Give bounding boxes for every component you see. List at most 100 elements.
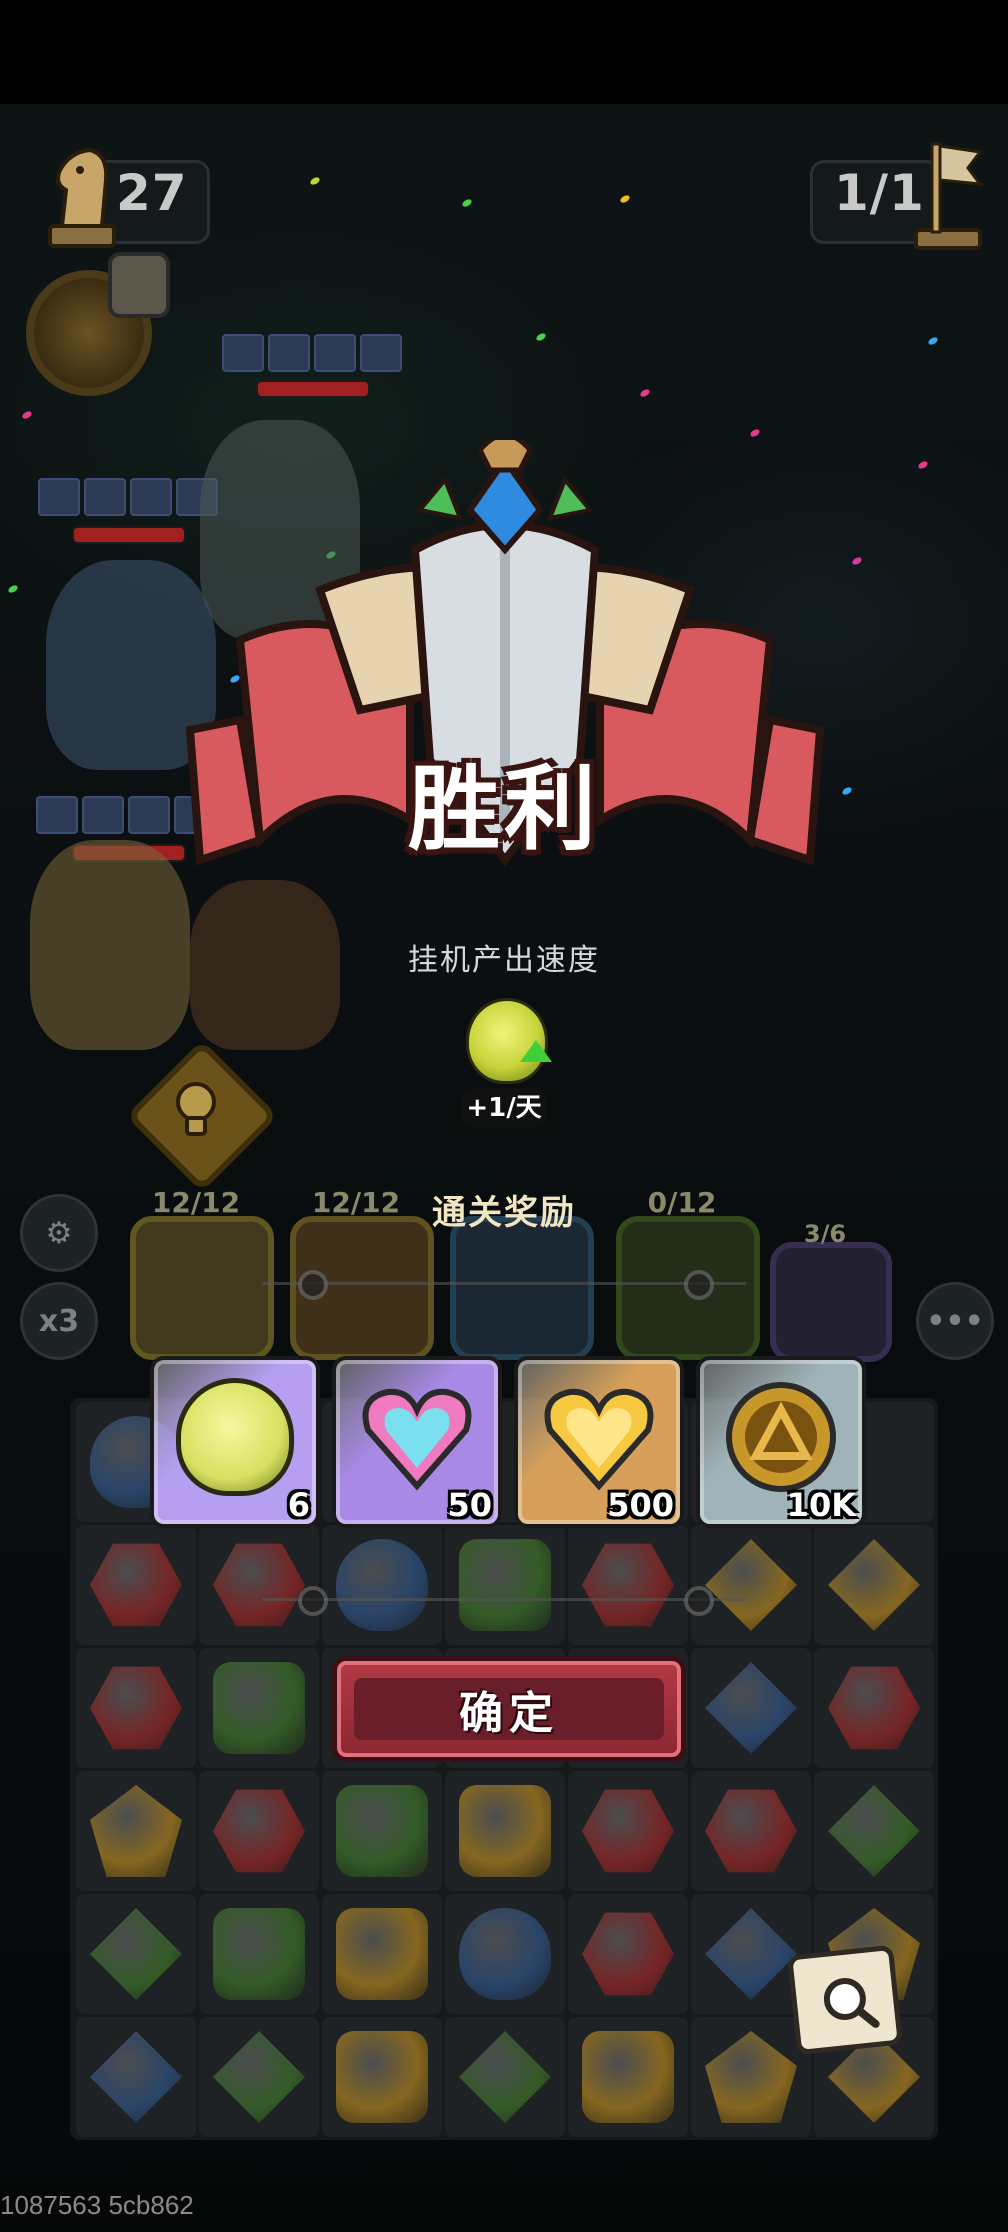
up-arrow-icon (520, 1040, 552, 1062)
small-portrait (108, 252, 170, 318)
blue-gem (705, 1662, 797, 1754)
green-gem (828, 1785, 920, 1877)
red-gem (213, 1789, 305, 1873)
magnifier-button[interactable] (787, 1944, 903, 2056)
blue-gem (90, 2031, 182, 2123)
green-gem (336, 1785, 428, 1877)
speed-label: x3 (38, 1303, 80, 1339)
yellow-gem (459, 1785, 551, 1877)
divider-knob (684, 1270, 714, 1300)
board-cell[interactable] (445, 1894, 565, 2014)
red-gem (90, 1666, 182, 1750)
board-cell[interactable] (445, 2017, 565, 2137)
reward-count: 50 (447, 1486, 492, 1524)
moves-count: 27 (116, 164, 188, 222)
board-cell[interactable] (76, 1525, 196, 1645)
board-cell[interactable] (199, 1771, 319, 1891)
board-cell[interactable] (691, 1648, 811, 1768)
red-gem (213, 1543, 305, 1627)
red-gem (828, 1666, 920, 1750)
rewards-divider (262, 1282, 746, 1285)
hero-card[interactable] (770, 1242, 892, 1362)
reward-rainbow-heart[interactable]: 50 (332, 1356, 502, 1528)
red-gem (582, 1543, 674, 1627)
board-cell[interactable] (568, 1894, 688, 2014)
spiral-essence-icon (176, 1378, 294, 1496)
yellow-gem (336, 1908, 428, 2000)
board-cell[interactable] (322, 1525, 442, 1645)
yellow-gem (705, 1539, 797, 1631)
green-gem (213, 1908, 305, 2000)
board-cell[interactable] (76, 1648, 196, 1768)
board-cell[interactable] (76, 1894, 196, 2014)
red-gem (582, 1912, 674, 1996)
reward-count: 10K (786, 1486, 856, 1524)
red-gem (705, 1789, 797, 1873)
hero-card[interactable] (450, 1216, 594, 1360)
blue-gem (336, 1539, 428, 1631)
green-gem (213, 1662, 305, 1754)
board-cell[interactable] (199, 1648, 319, 1768)
idle-output-bonus: +1/天 (462, 1088, 546, 1128)
yellow-gem (90, 1785, 182, 1877)
magnifier-icon (823, 1978, 880, 2028)
enemy-hp-bar (256, 380, 370, 398)
chess-knight-icon (48, 147, 116, 248)
board-cell[interactable] (691, 2017, 811, 2137)
wave-count: 1/1 (834, 164, 925, 222)
more-button[interactable]: ••• (916, 1282, 994, 1360)
green-gem (90, 1908, 182, 2000)
board-cell[interactable] (199, 1894, 319, 2014)
board-cell[interactable] (814, 1648, 934, 1768)
more-icon: ••• (926, 1303, 984, 1339)
board-cell[interactable] (322, 2017, 442, 2137)
board-cell[interactable] (691, 1525, 811, 1645)
green-gem (213, 2031, 305, 2123)
divider-knob (298, 1586, 328, 1616)
red-gem (90, 1543, 182, 1627)
board-cell[interactable] (814, 1525, 934, 1645)
lightbulb-icon (176, 1082, 216, 1136)
board-cell[interactable] (76, 2017, 196, 2137)
yellow-gem (705, 2031, 797, 2123)
blue-gem (705, 1908, 797, 2000)
board-cell[interactable] (199, 1525, 319, 1645)
board-cell[interactable] (322, 1771, 442, 1891)
red-gem (582, 1789, 674, 1873)
reward-gold-coin[interactable]: 10K (696, 1356, 866, 1528)
enemy-buffs (222, 334, 402, 372)
divider-knob (684, 1586, 714, 1616)
reward-count: 6 (287, 1486, 310, 1524)
ally-hp-bar (72, 526, 186, 544)
board-cell[interactable] (568, 1771, 688, 1891)
rewards-title: 通关奖励 (432, 1193, 576, 1233)
victory-title: 胜利 (407, 756, 600, 863)
speed-button[interactable]: x3 (20, 1282, 98, 1360)
yellow-gem (828, 1539, 920, 1631)
build-id: 1087563 5cb862 (0, 2190, 194, 2220)
gold-heart-icon (544, 1388, 654, 1491)
board-cell[interactable] (691, 1771, 811, 1891)
rainbow-heart-icon (362, 1388, 472, 1491)
board-divider (262, 1598, 746, 1601)
board-cell[interactable] (76, 1771, 196, 1891)
reward-gold-heart[interactable]: 500 (514, 1356, 684, 1528)
hero-card[interactable] (130, 1216, 274, 1360)
yellow-gem (336, 2031, 428, 2123)
board-cell[interactable] (568, 2017, 688, 2137)
green-gem (459, 1539, 551, 1631)
yellow-gem (582, 2031, 674, 2123)
green-gem (459, 2031, 551, 2123)
board-cell[interactable] (814, 1771, 934, 1891)
confirm-button[interactable]: 确定 (332, 1656, 686, 1762)
board-cell[interactable] (445, 1525, 565, 1645)
gold-coin-icon (726, 1382, 836, 1492)
reward-spiral-essence[interactable]: 6 (150, 1356, 320, 1528)
board-cell[interactable] (568, 1525, 688, 1645)
divider-knob (298, 1270, 328, 1300)
board-cell[interactable] (199, 2017, 319, 2137)
board-cell[interactable] (445, 1771, 565, 1891)
board-cell[interactable] (322, 1894, 442, 2014)
reward-count: 500 (607, 1486, 674, 1524)
confirm-label: 确定 (354, 1678, 664, 1740)
